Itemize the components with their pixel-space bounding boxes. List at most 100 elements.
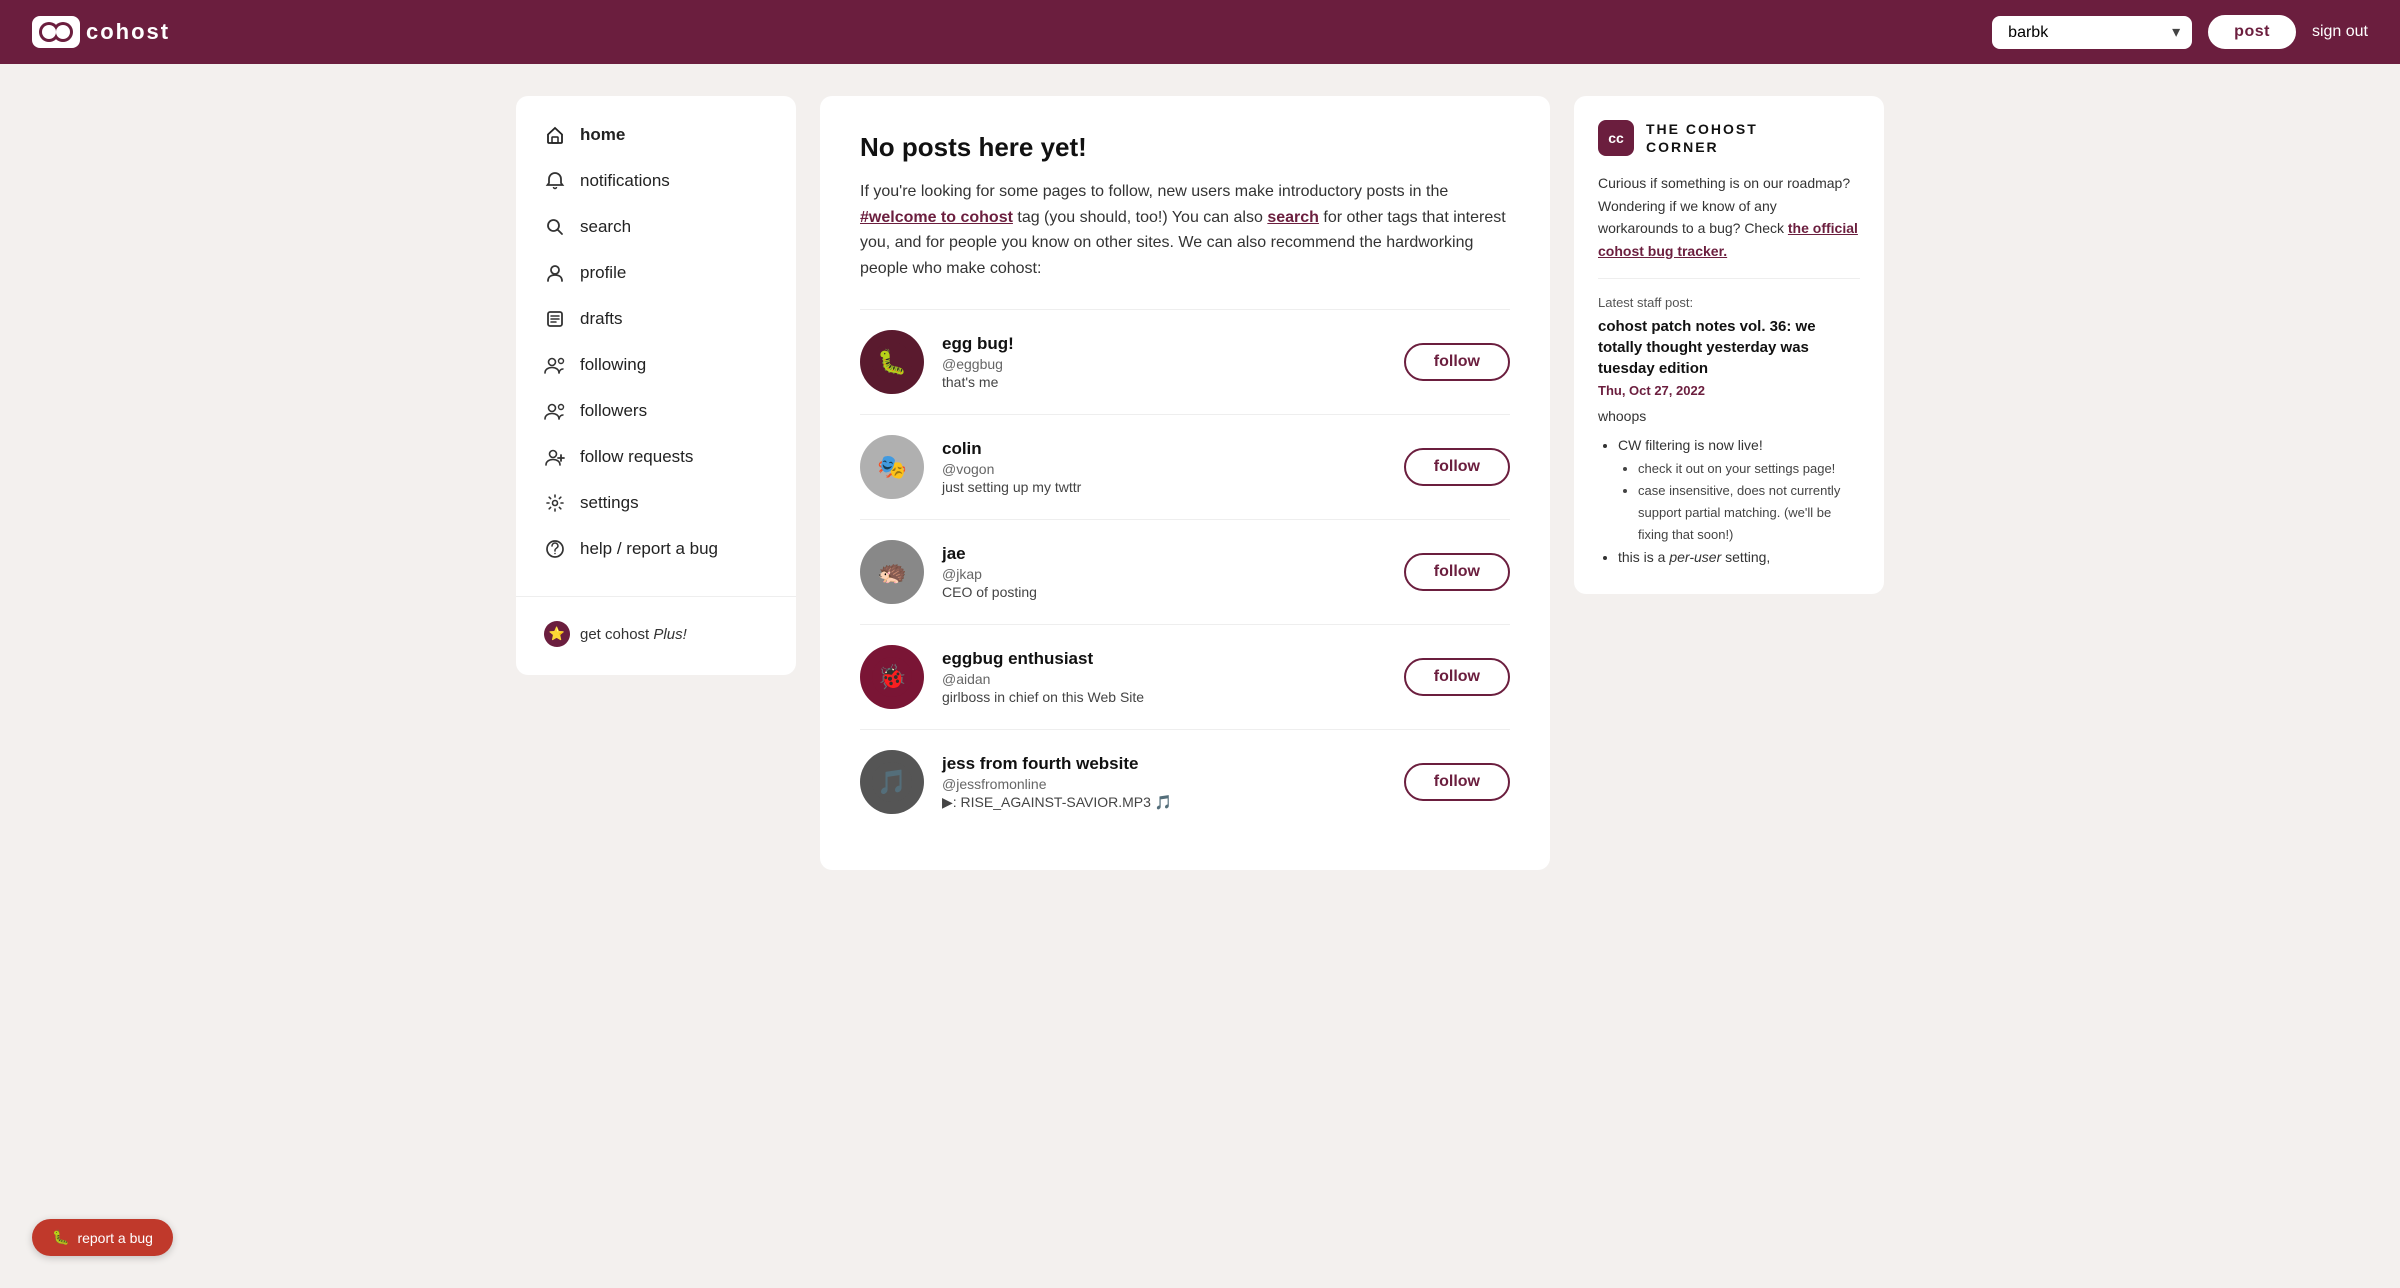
search-link[interactable]: search xyxy=(1267,209,1319,226)
post-button[interactable]: post xyxy=(2208,15,2296,49)
svg-text:🦔: 🦔 xyxy=(877,559,907,586)
user-avatar: 🎭 xyxy=(860,435,924,499)
corner-header: cc THE COHOST CORNER xyxy=(1598,120,1860,156)
sidebar-item-search-label: search xyxy=(580,217,631,237)
bullet-item: CW filtering is now live!check it out on… xyxy=(1618,434,1860,546)
user-bio: CEO of posting xyxy=(942,584,1386,600)
bell-icon xyxy=(544,170,566,192)
sidebar-item-notifications-label: notifications xyxy=(580,171,670,191)
svg-text:🎵: 🎵 xyxy=(877,769,907,796)
logo[interactable]: cohost xyxy=(32,16,170,48)
user-card: 🎭 colin @vogon just setting up my twttr fol… xyxy=(860,414,1510,519)
account-select-wrap: barbk xyxy=(1992,16,2192,49)
right-sidebar: cc THE COHOST CORNER Curious if somethin… xyxy=(1574,96,1884,594)
user-info: jae @jkap CEO of posting xyxy=(942,544,1386,600)
main-layout: home notifications search xyxy=(500,64,1900,902)
followers-icon xyxy=(544,400,566,422)
report-bug-button[interactable]: 🐛 report a bug xyxy=(32,1219,173,1256)
sidebar-item-help[interactable]: help / report a bug xyxy=(516,526,796,572)
sub-bullet-item: case insensitive, does not currently sup… xyxy=(1638,480,1860,546)
sidebar-item-home[interactable]: home xyxy=(516,112,796,158)
profile-icon xyxy=(544,262,566,284)
follow-button[interactable]: follow xyxy=(1404,343,1510,381)
user-name: eggbug enthusiast xyxy=(942,649,1386,669)
sidebar-item-profile-label: profile xyxy=(580,263,626,283)
get-plus-label: get cohost Plus! xyxy=(580,626,687,643)
plus-icon: ⭐ xyxy=(544,621,570,647)
follow-button[interactable]: follow xyxy=(1404,553,1510,591)
get-plus[interactable]: ⭐ get cohost Plus! xyxy=(516,609,796,659)
sidebar-bottom: ⭐ get cohost Plus! xyxy=(516,596,796,659)
corner-desc: Curious if something is on our roadmap? … xyxy=(1598,172,1860,262)
latest-post-date: Thu, Oct 27, 2022 xyxy=(1598,383,1860,398)
user-avatar: 🎵 xyxy=(860,750,924,814)
following-icon xyxy=(544,354,566,376)
latest-post-text: whoops xyxy=(1598,408,1860,424)
sidebar-item-followers[interactable]: followers xyxy=(516,388,796,434)
user-name: jae xyxy=(942,544,1386,564)
sidebar-item-followers-label: followers xyxy=(580,401,647,421)
user-avatar: 🐞 xyxy=(860,645,924,709)
follow-button[interactable]: follow xyxy=(1404,763,1510,801)
corner-logo: cc xyxy=(1598,120,1634,156)
help-icon xyxy=(544,538,566,560)
settings-icon xyxy=(544,492,566,514)
follow-button[interactable]: follow xyxy=(1404,658,1510,696)
user-name: egg bug! xyxy=(942,334,1386,354)
sidebar-item-drafts-label: drafts xyxy=(580,309,623,329)
sidebar-item-profile[interactable]: profile xyxy=(516,250,796,296)
sub-bullet-item: check it out on your settings page! xyxy=(1638,458,1860,480)
user-bio: that's me xyxy=(942,374,1386,390)
no-posts-description: If you're looking for some pages to foll… xyxy=(860,179,1510,281)
welcome-tag-link[interactable]: #welcome to cohost xyxy=(860,209,1013,226)
signout-button[interactable]: sign out xyxy=(2312,23,2368,41)
sidebar-item-following[interactable]: following xyxy=(516,342,796,388)
search-icon xyxy=(544,216,566,238)
sidebar-item-follow-requests[interactable]: follow requests xyxy=(516,434,796,480)
bullet-item: this is a per-user setting, xyxy=(1618,546,1860,570)
corner-card: cc THE COHOST CORNER Curious if somethin… xyxy=(1574,96,1884,594)
sidebar-item-follow-requests-label: follow requests xyxy=(580,447,693,467)
corner-divider xyxy=(1598,278,1860,279)
svg-text:🎭: 🎭 xyxy=(877,454,907,481)
header: cohost barbk post sign out xyxy=(0,0,2400,64)
user-info: eggbug enthusiast@aidangirlboss in chief… xyxy=(942,649,1386,705)
user-cards-container: 🐛 egg bug! @eggbug that's me follow 🎭 colin… xyxy=(860,309,1510,834)
no-posts-title: No posts here yet! xyxy=(860,132,1510,163)
sidebar-item-settings-label: settings xyxy=(580,493,639,513)
sidebar-item-help-label: help / report a bug xyxy=(580,539,718,559)
user-bio: just setting up my twttr xyxy=(942,479,1386,495)
svg-text:🐛: 🐛 xyxy=(877,348,907,376)
no-posts-card: No posts here yet! If you're looking for… xyxy=(820,96,1550,870)
home-icon xyxy=(544,124,566,146)
follow-button[interactable]: follow xyxy=(1404,448,1510,486)
user-name: jess from fourth website xyxy=(942,754,1386,774)
user-card: 🎵 jess from fourth website@jessfromonlin… xyxy=(860,729,1510,834)
sidebar-item-drafts[interactable]: drafts xyxy=(516,296,796,342)
sidebar-item-settings[interactable]: settings xyxy=(516,480,796,526)
svg-text:🐞: 🐞 xyxy=(877,663,907,691)
user-info: egg bug! @eggbug that's me xyxy=(942,334,1386,390)
sidebar-item-home-label: home xyxy=(580,125,625,145)
user-handle: @vogon xyxy=(942,461,1386,477)
sidebar-item-following-label: following xyxy=(580,355,646,375)
sidebar-item-notifications[interactable]: notifications xyxy=(516,158,796,204)
drafts-icon xyxy=(544,308,566,330)
header-right: barbk post sign out xyxy=(1992,15,2368,49)
logo-box xyxy=(32,16,80,48)
user-bio: ▶: RISE_AGAINST-SAVIOR.MP3 🎵 xyxy=(942,794,1386,811)
sidebar: home notifications search xyxy=(516,96,796,675)
bug-icon: 🐛 xyxy=(52,1229,69,1246)
logo-text: cohost xyxy=(86,19,170,45)
user-bio: girlboss in chief on this Web Site xyxy=(942,689,1386,705)
user-handle: @jkap xyxy=(942,566,1386,582)
user-handle: @eggbug xyxy=(942,356,1386,372)
user-name: colin xyxy=(942,439,1386,459)
account-select[interactable]: barbk xyxy=(1992,16,2192,49)
sidebar-item-search[interactable]: search xyxy=(516,204,796,250)
user-card: 🐛 egg bug! @eggbug that's me follow xyxy=(860,309,1510,414)
user-avatar: 🐛 xyxy=(860,330,924,394)
user-info: colin @vogon just setting up my twttr xyxy=(942,439,1386,495)
corner-title: THE COHOST CORNER xyxy=(1646,120,1758,156)
center-content: No posts here yet! If you're looking for… xyxy=(820,96,1550,870)
